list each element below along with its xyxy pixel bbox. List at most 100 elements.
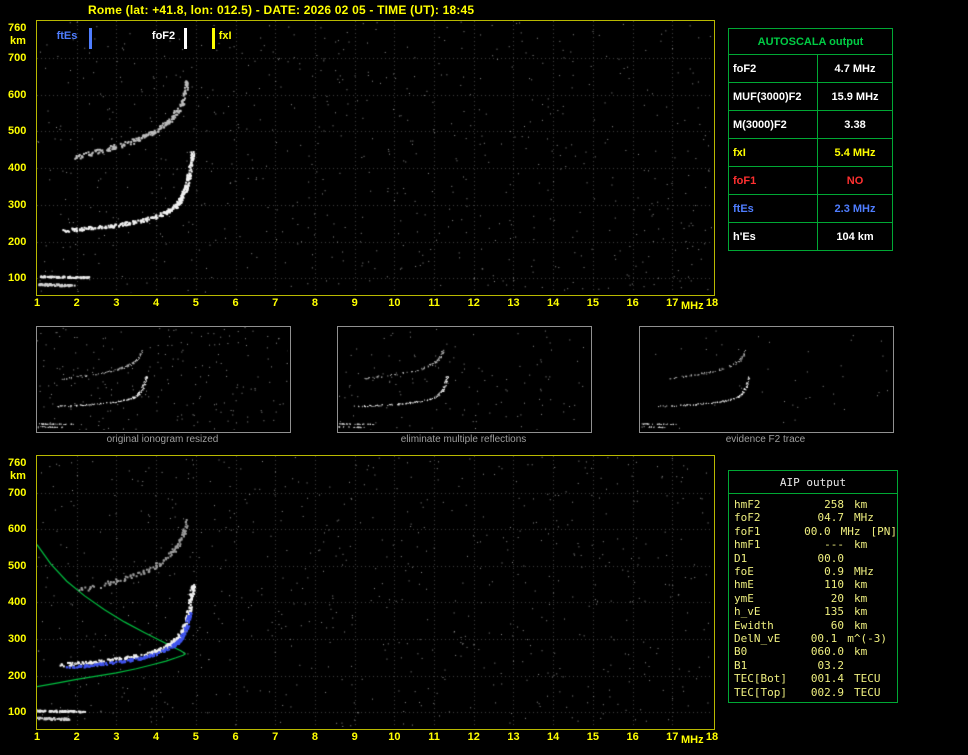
x-tick-label: 3 — [106, 731, 126, 743]
aip-row-label: hmE — [734, 578, 804, 591]
autoscala-row-value: 104 km — [818, 223, 892, 250]
autoscala-table-rows: foF24.7 MHzMUF(3000)F215.9 MHzM(3000)F23… — [729, 54, 892, 250]
x-tick-label: 12 — [464, 731, 484, 743]
autoscala-row: foF1NO — [729, 166, 892, 194]
autoscala-row-label: h'Es — [729, 223, 818, 250]
aip-row: TEC[Top]002.9TECU — [734, 686, 897, 699]
autoscala-row: h'Es104 km — [729, 222, 892, 250]
thumbnail-caption-2: eliminate multiple reflections — [337, 434, 590, 445]
x-tick-label: 17 — [662, 297, 682, 309]
x-tick-label: 7 — [265, 297, 285, 309]
thumbnail-canvas-1 — [37, 327, 288, 430]
aip-row-value: 0.9 — [804, 565, 844, 578]
aip-row-label: B1 — [734, 659, 804, 672]
x-tick-label: 4 — [146, 731, 166, 743]
aip-row-value: 20 — [804, 592, 844, 605]
x-tick-label: 18 — [702, 731, 722, 743]
autoscala-row: ftEs2.3 MHz — [729, 194, 892, 222]
aip-row: foF204.7MHz — [734, 511, 897, 524]
aip-row: B0060.0 km — [734, 645, 897, 658]
autoscala-row-value: 5.4 MHz — [818, 139, 892, 166]
aip-row-label: ymE — [734, 592, 804, 605]
x-tick-label: 1 — [27, 731, 47, 743]
aip-row-label: foE — [734, 565, 804, 578]
x-tick-label: 2 — [67, 297, 87, 309]
aip-row-unit: TECU — [854, 686, 881, 699]
x-tick-label: 8 — [305, 731, 325, 743]
aip-table-rows: hmF2258kmfoF204.7MHzfoF100.0MHz[PN]hmF1-… — [729, 494, 897, 702]
aip-row-value: 60 — [804, 619, 844, 632]
aip-row-unit: km — [854, 619, 867, 632]
y-tick-label: 760 — [8, 457, 26, 469]
aip-row: hmE110 km — [734, 578, 897, 591]
autoscala-row-label: M(3000)F2 — [729, 111, 818, 138]
aip-output-table: AIP output hmF2258kmfoF204.7MHzfoF100.0M… — [728, 470, 898, 703]
autoscala-table-title: AUTOSCALA output — [729, 29, 892, 54]
aip-row-value: 060.0 — [804, 645, 844, 658]
autoscala-row-label: fxI — [729, 139, 818, 166]
autoscala-app-window: Rome (lat: +41.8, lon: 012.5) - DATE: 20… — [0, 0, 968, 755]
aip-row-unit: km — [854, 578, 867, 591]
aip-row-value: 00.1 — [800, 632, 838, 645]
autoscala-output-table: AUTOSCALA output foF24.7 MHzMUF(3000)F21… — [728, 28, 893, 251]
x-tick-label: 5 — [186, 731, 206, 743]
aip-row: ymE20 km — [734, 592, 897, 605]
y-tick-label: 700 — [8, 487, 26, 499]
x-tick-label: 4 — [146, 297, 166, 309]
x-tick-label: 17 — [662, 731, 682, 743]
aip-row-label: B0 — [734, 645, 804, 658]
aip-row-unit: MHz — [854, 565, 874, 578]
aip-row-unit: km — [854, 592, 867, 605]
x-tick-label: 6 — [226, 297, 246, 309]
aip-row: hmF1---km — [734, 538, 897, 551]
x-tick-label: 11 — [424, 731, 444, 743]
x-axis-unit-label: MHz — [681, 734, 704, 746]
aip-row-value: 04.7 — [804, 511, 844, 524]
autoscala-row-value: 4.7 MHz — [818, 55, 892, 82]
y-tick-label: 300 — [8, 633, 26, 645]
x-tick-label: 9 — [345, 731, 365, 743]
x-tick-label: 8 — [305, 297, 325, 309]
aip-row-label: hmF1 — [734, 538, 804, 551]
marker-label-fof2: foF2 — [152, 30, 175, 42]
x-tick-label: 16 — [623, 731, 643, 743]
y-tick-label: 200 — [8, 236, 26, 248]
aip-row-value: 03.2 — [804, 659, 844, 672]
autoscala-row-value: 2.3 MHz — [818, 195, 892, 222]
y-tick-label: 500 — [8, 125, 26, 137]
aip-row-value: 002.9 — [804, 686, 844, 699]
aip-table-title: AIP output — [729, 471, 897, 494]
ionogram-canvas-top — [37, 21, 712, 293]
autoscala-row: foF24.7 MHz — [729, 54, 892, 82]
marker-line-fof2 — [184, 28, 187, 49]
aip-row-label: TEC[Bot] — [734, 672, 804, 685]
x-tick-label: 16 — [623, 297, 643, 309]
y-tick-label: 600 — [8, 89, 26, 101]
x-tick-label: 9 — [345, 297, 365, 309]
aip-row-value: 110 — [804, 578, 844, 591]
y-tick-label: 100 — [8, 272, 26, 284]
y-tick-label: 300 — [8, 199, 26, 211]
aip-row-unit: m^(-3) — [847, 632, 887, 645]
aip-row-value: 00.0 — [795, 525, 830, 538]
aip-row: D100.0 — [734, 552, 897, 565]
aip-row-unit: km — [854, 498, 867, 511]
x-tick-label: 13 — [503, 731, 523, 743]
x-tick-label: 2 — [67, 731, 87, 743]
autoscala-row-value: NO — [818, 167, 892, 194]
x-tick-label: 15 — [583, 731, 603, 743]
aip-row-value: 258 — [804, 498, 844, 511]
aip-row-unit: km — [854, 538, 867, 551]
aip-row-unit: km — [854, 605, 867, 618]
thumbnail-caption-3: evidence F2 trace — [639, 434, 892, 445]
thumbnail-canvas-2 — [338, 327, 589, 430]
autoscala-row-label: ftEs — [729, 195, 818, 222]
aip-row: foF100.0MHz[PN] — [734, 525, 897, 538]
aip-row-unit: MHz — [854, 511, 874, 524]
thumbnail-eliminate-multiples — [337, 326, 592, 433]
y-tick-label: 100 — [8, 706, 26, 718]
aip-row-unit: km — [854, 645, 867, 658]
autoscala-row: fxI5.4 MHz — [729, 138, 892, 166]
aip-row-label: Ewidth — [734, 619, 804, 632]
marker-label-ftes: ftEs — [57, 30, 78, 42]
